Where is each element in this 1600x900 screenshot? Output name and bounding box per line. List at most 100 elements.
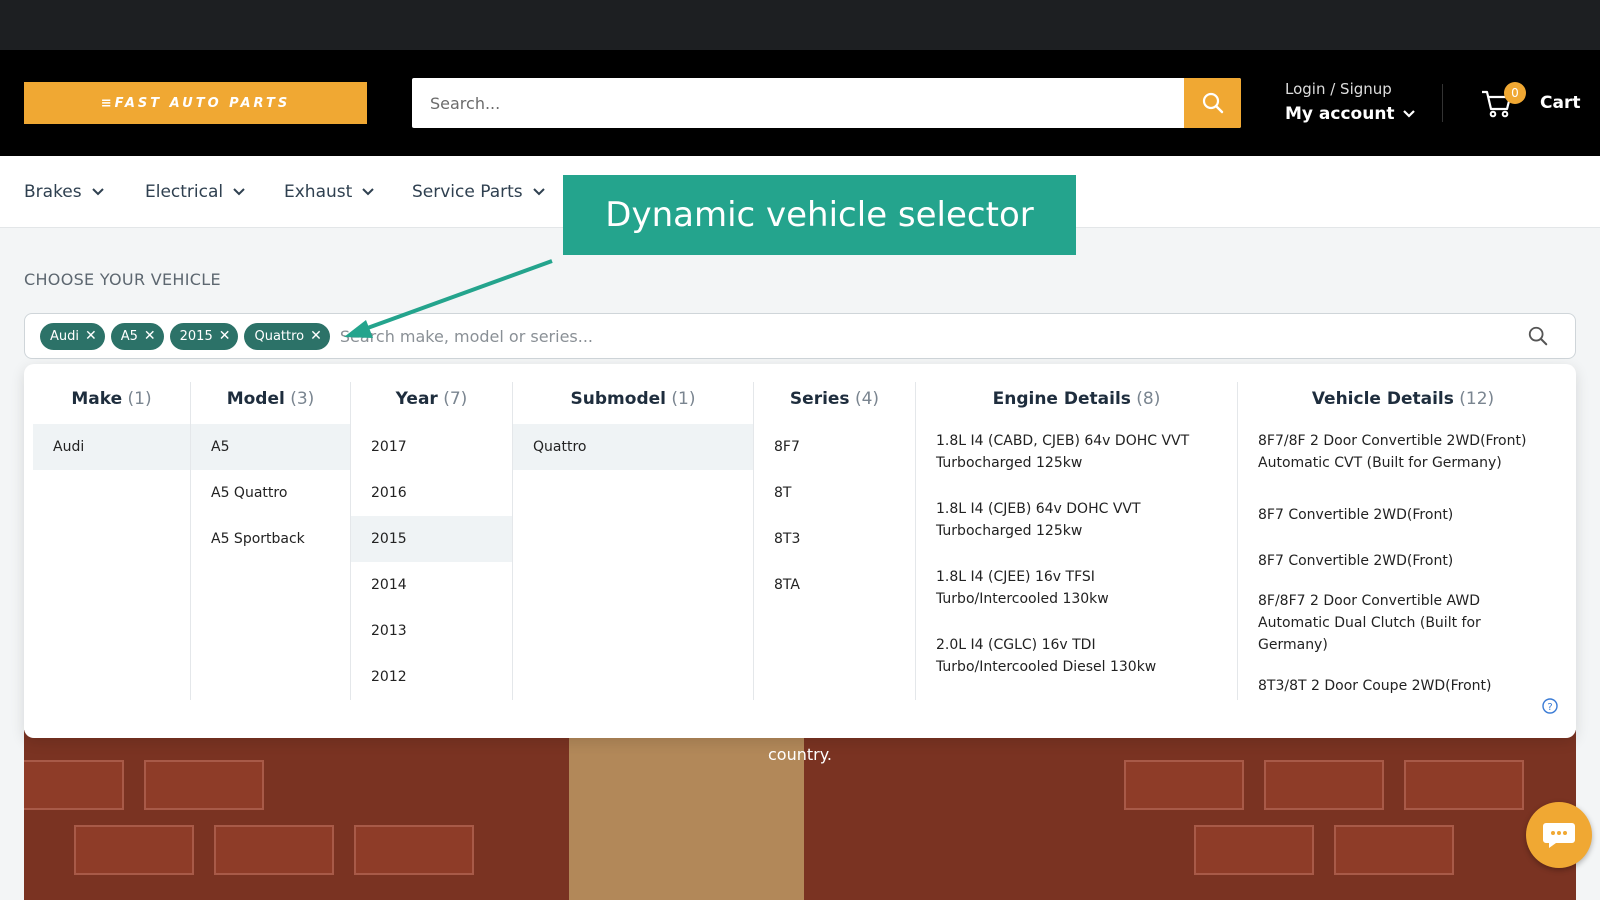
vehicle-search-box: Audi ✕ A5 ✕ 2015 ✕ Quattro ✕ [24,313,1576,359]
year-option[interactable]: 2014 [351,562,512,608]
vehicle-detail-option[interactable]: 8F7 Convertible 2WD(Front) [1238,538,1568,584]
column-year: Year (7) 2017 2016 2015 2014 2013 2012 [351,382,513,700]
hero-banner: country. [24,730,1576,900]
announcement-bar [0,0,1600,50]
chip-label: Quattro [254,328,305,344]
series-option[interactable]: 8T3 [754,516,915,562]
column-header: Model (3) [191,382,350,424]
site-search-button[interactable] [1184,78,1241,128]
cart-icon: 0 [1480,82,1526,120]
choose-vehicle-title: CHOOSE YOUR VEHICLE [24,270,221,289]
make-option[interactable]: Audi [33,424,190,470]
chat-button[interactable] [1526,802,1592,868]
brick-decoration [214,825,334,875]
close-icon[interactable]: ✕ [144,329,156,343]
column-header: Engine Details (8) [916,382,1237,424]
model-option[interactable]: A5 Quattro [191,470,350,516]
engine-option[interactable]: 1.8L I4 (CABD, CJEB) 64v DOHC VVT Turboc… [916,424,1237,492]
vehicle-detail-option[interactable]: 8F7/8F 2 Door Convertible 2WD(Front) Aut… [1238,424,1568,492]
brick-decoration [1334,825,1454,875]
cart-button[interactable]: 0 Cart [1480,82,1580,120]
search-icon[interactable] [1527,325,1549,347]
close-icon[interactable]: ✕ [219,329,231,343]
vehicle-chip-model[interactable]: A5 ✕ [110,322,164,350]
engine-option[interactable]: 2.0L I4 (CGLC) 16v TDI Turbo/Intercooled… [916,628,1237,696]
vehicle-chip-submodel[interactable]: Quattro ✕ [244,322,330,350]
vehicle-chip-make[interactable]: Audi ✕ [40,322,105,350]
nav-item-service-parts[interactable]: Service Parts [412,182,545,202]
nav-item-label: Electrical [145,182,224,202]
chip-label: 2015 [179,328,213,344]
vehicle-chip-year[interactable]: 2015 ✕ [169,322,239,350]
column-engine-details: Engine Details (8) 1.8L I4 (CABD, CJEB) … [916,382,1238,700]
column-count: (3) [290,389,315,409]
model-option[interactable]: A5 Sportback [191,516,350,562]
chip-label: A5 [120,328,138,344]
site-header: ≡FAST AUTO PARTS Login / Signup My accou… [0,50,1600,156]
column-header: Series (4) [754,382,915,424]
vehicle-search-input[interactable] [335,326,1575,346]
column-header: Submodel (1) [513,382,753,424]
engine-option[interactable]: 1.8L I4 (CJEE) 16v TFSI Turbo/Intercoole… [916,560,1237,628]
nav-item-exhaust[interactable]: Exhaust [284,182,375,202]
column-submodel: Submodel (1) Quattro [513,382,754,700]
column-series: Series (4) 8F7 8T 8T3 8TA [754,382,916,700]
close-icon[interactable]: ✕ [85,329,97,343]
nav-item-brakes[interactable]: Brakes [24,182,104,202]
chevron-down-icon [1402,110,1415,118]
brick-decoration [144,760,264,810]
model-option[interactable]: A5 [191,424,350,470]
callout-label: Dynamic vehicle selector [563,175,1076,255]
my-account-button[interactable]: My account [1285,104,1415,124]
column-header: Make (1) [33,382,190,424]
site-search-input[interactable] [412,78,1184,128]
vehicle-detail-option[interactable]: 8T3/8T 2 Door Coupe 2WD(Front) [1238,674,1568,694]
year-option[interactable]: 2015 [351,516,512,562]
column-make: Make (1) Audi [33,382,191,700]
column-title: Make [71,389,123,409]
login-signup-link[interactable]: Login / Signup [1285,80,1415,98]
year-option[interactable]: 2016 [351,470,512,516]
brick-decoration [1404,760,1524,810]
brick-decoration [24,760,124,810]
chat-icon [1543,823,1575,848]
close-icon[interactable]: ✕ [310,329,322,343]
series-option[interactable]: 8F7 [754,424,915,470]
column-count: (12) [1459,389,1495,409]
vehicle-selector-dropdown: Make (1) Audi Model (3) A5 A5 Quattro A5… [24,364,1576,738]
vehicle-detail-option[interactable]: 8F/8F7 2 Door Convertible AWD Automatic … [1238,584,1568,674]
series-option[interactable]: 8T [754,470,915,516]
column-title: Submodel [570,389,666,409]
header-divider [1442,84,1443,122]
svg-text:?: ? [1547,702,1552,713]
nav-item-label: Exhaust [284,182,353,202]
submodel-option[interactable]: Quattro [513,424,753,470]
year-option[interactable]: 2017 [351,424,512,470]
help-icon[interactable]: ? [1542,698,1558,714]
brick-decoration [1194,825,1314,875]
series-option[interactable]: 8TA [754,562,915,608]
vehicle-detail-option[interactable]: 8F7 Convertible 2WD(Front) [1238,492,1568,538]
year-option[interactable]: 2013 [351,608,512,654]
site-logo[interactable]: ≡FAST AUTO PARTS [24,82,367,124]
engine-option[interactable]: 1.8L I4 (CJEB) 64v DOHC VVT Turbocharged… [916,492,1237,560]
column-count: (8) [1136,389,1161,409]
chevron-down-icon [91,188,104,196]
brick-decoration [1264,760,1384,810]
column-header: Year (7) [351,382,512,424]
year-option[interactable]: 2012 [351,654,512,700]
brick-decoration [1124,760,1244,810]
chevron-down-icon [532,188,545,196]
nav-item-label: Service Parts [412,182,523,202]
column-count: (4) [854,389,880,409]
chevron-down-icon [362,188,375,196]
search-icon [1202,92,1223,114]
logo-text: ≡FAST AUTO PARTS [100,95,291,111]
column-title: Vehicle Details [1311,389,1454,409]
brick-decoration [74,825,194,875]
nav-item-electrical[interactable]: Electrical [145,182,245,202]
account-menu[interactable]: Login / Signup My account [1285,80,1415,124]
hero-text: country. [768,745,832,764]
cart-count-badge: 0 [1504,82,1526,104]
column-count: (1) [127,389,152,409]
